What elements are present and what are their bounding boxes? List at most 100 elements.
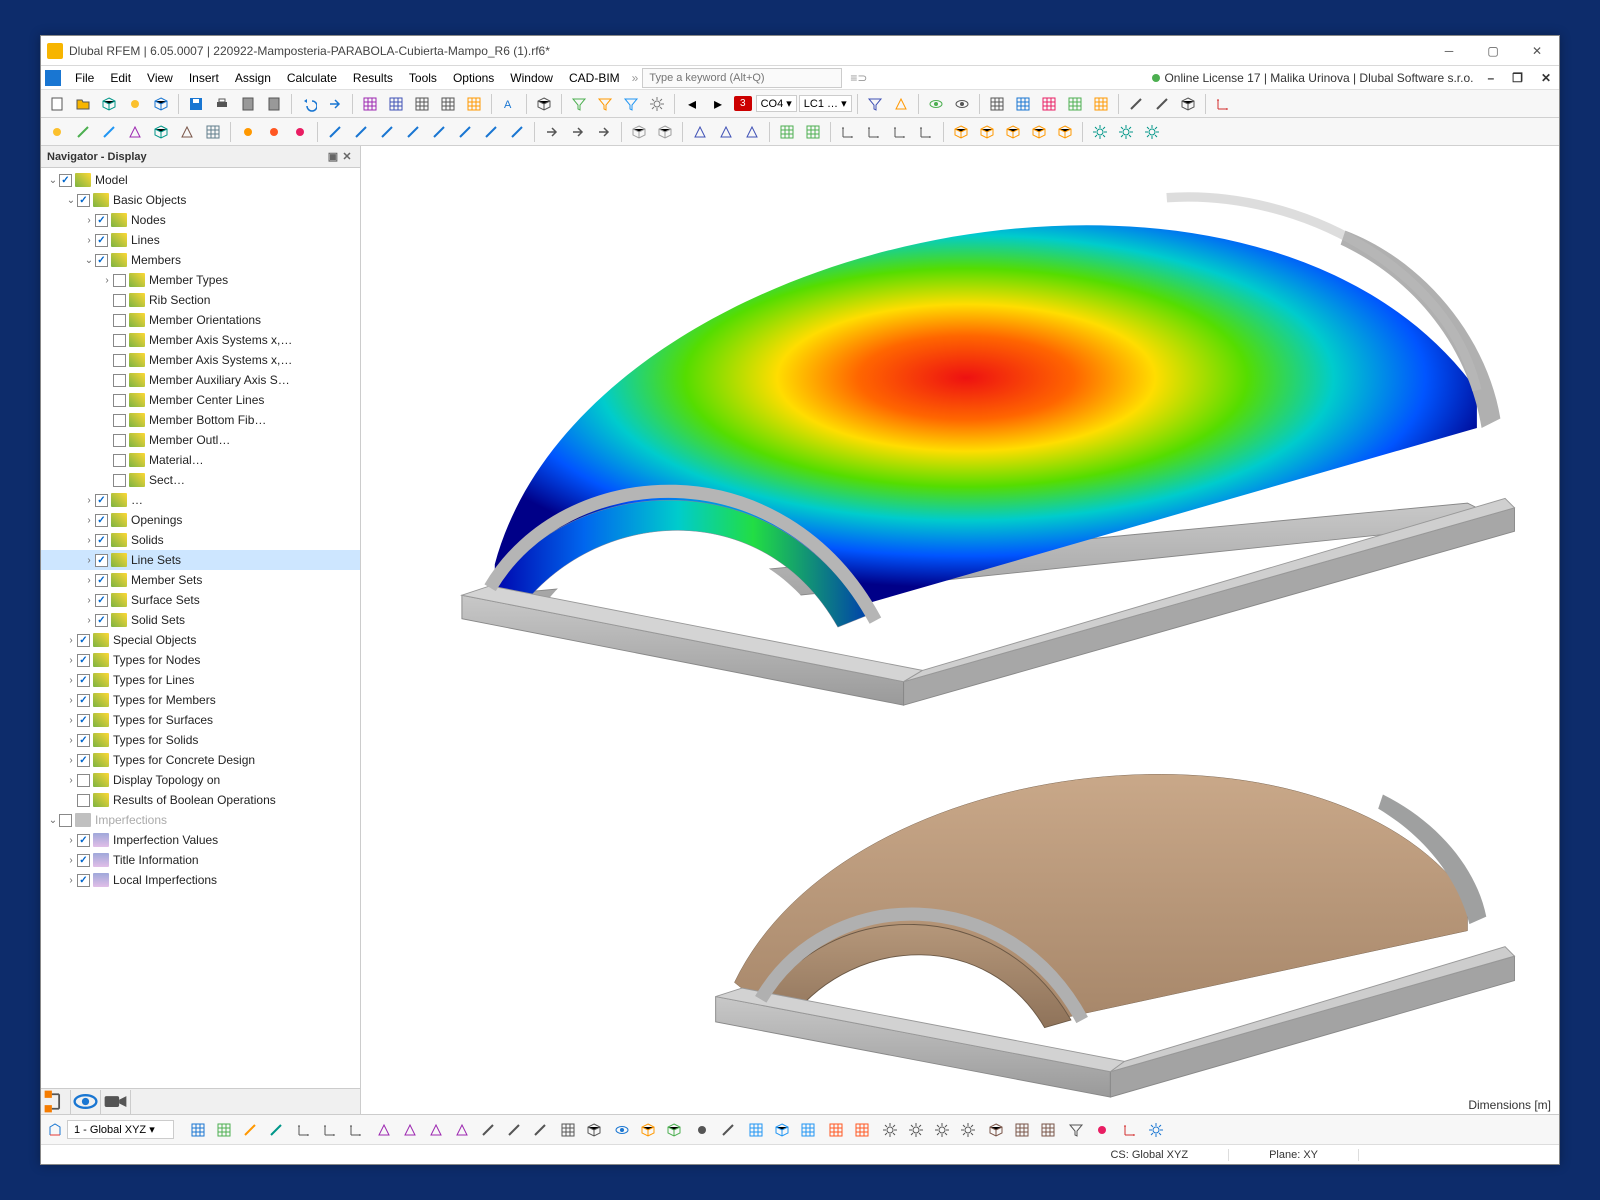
member-new-button[interactable]	[97, 120, 121, 144]
checkbox[interactable]	[77, 194, 90, 207]
line-new-button[interactable]	[71, 120, 95, 144]
status-tool-40[interactable]	[984, 1118, 1008, 1142]
menu-insert[interactable]: Insert	[181, 69, 227, 87]
tree-row[interactable]: ⌄Basic Objects	[41, 190, 360, 210]
o3-button[interactable]	[1140, 120, 1164, 144]
c2-button[interactable]	[975, 120, 999, 144]
tree-row[interactable]: ›Solid Sets	[41, 610, 360, 630]
t1-button[interactable]	[688, 120, 712, 144]
status-tool-19[interactable]	[582, 1118, 606, 1142]
tree-row[interactable]: ›Types for Members	[41, 690, 360, 710]
tree-row[interactable]: ›Openings	[41, 510, 360, 530]
d2-button[interactable]	[862, 120, 886, 144]
mdi-close-button[interactable]: ✕	[1537, 71, 1555, 85]
g4-button[interactable]	[1063, 92, 1087, 116]
l8-button[interactable]	[505, 120, 529, 144]
tree-row[interactable]: Member Center Lines	[41, 390, 360, 410]
src-button[interactable]: A	[497, 92, 521, 116]
checkbox[interactable]	[95, 554, 108, 567]
status-tool-6[interactable]	[292, 1118, 316, 1142]
tree-row[interactable]: ›Special Objects	[41, 630, 360, 650]
sel2-button[interactable]	[262, 120, 286, 144]
calc1-button[interactable]	[358, 92, 382, 116]
status-tool-16[interactable]	[528, 1118, 552, 1142]
menu-edit[interactable]: Edit	[102, 69, 139, 87]
tree-row[interactable]: ›Member Types	[41, 270, 360, 290]
status-tool-18[interactable]	[556, 1118, 580, 1142]
menu-results[interactable]: Results	[345, 69, 401, 87]
checkbox[interactable]	[95, 214, 108, 227]
open-project-button[interactable]	[71, 92, 95, 116]
status-tool-10[interactable]	[372, 1118, 396, 1142]
c1-button[interactable]	[949, 120, 973, 144]
checkbox[interactable]	[77, 734, 90, 747]
mdi-restore-button[interactable]: –	[1483, 71, 1498, 85]
o2-button[interactable]	[1114, 120, 1138, 144]
status-tool-25[interactable]	[690, 1118, 714, 1142]
new-file-button[interactable]	[45, 92, 69, 116]
l4-button[interactable]	[401, 120, 425, 144]
t3-button[interactable]	[740, 120, 764, 144]
status-tool-13[interactable]	[450, 1118, 474, 1142]
f1-button[interactable]	[863, 92, 887, 116]
checkbox[interactable]	[59, 814, 72, 827]
c5-button[interactable]	[1053, 120, 1077, 144]
a2-button[interactable]	[566, 120, 590, 144]
status-tool-33[interactable]	[850, 1118, 874, 1142]
maximize-button[interactable]: ▢	[1471, 36, 1515, 66]
status-tool-29[interactable]	[770, 1118, 794, 1142]
checkbox[interactable]	[77, 774, 90, 787]
db-button[interactable]	[97, 92, 121, 116]
checkbox[interactable]	[95, 494, 108, 507]
o1-button[interactable]	[1088, 120, 1112, 144]
checkbox[interactable]	[95, 614, 108, 627]
tree-row[interactable]: ›Title Information	[41, 850, 360, 870]
checkbox[interactable]	[77, 854, 90, 867]
node-new-button[interactable]	[45, 120, 69, 144]
tree-row[interactable]: ›…	[41, 490, 360, 510]
status-tool-41[interactable]	[1010, 1118, 1034, 1142]
lc-nav[interactable]: ◂	[680, 92, 704, 116]
status-tool-21[interactable]	[610, 1118, 634, 1142]
checkbox[interactable]	[77, 714, 90, 727]
status-tool-30[interactable]	[796, 1118, 820, 1142]
opening-button[interactable]	[175, 120, 199, 144]
status-tool-8[interactable]	[344, 1118, 368, 1142]
checkbox[interactable]	[113, 374, 126, 387]
navigator-close-icon[interactable]: ✕	[340, 150, 354, 163]
status-tool-22[interactable]	[636, 1118, 660, 1142]
checkbox[interactable]	[95, 234, 108, 247]
cube-view-button[interactable]	[532, 92, 556, 116]
a3-button[interactable]	[592, 120, 616, 144]
checkbox[interactable]	[77, 654, 90, 667]
solid-new-button[interactable]	[149, 120, 173, 144]
filter1-button[interactable]	[567, 92, 591, 116]
g5-button[interactable]	[1089, 92, 1113, 116]
tree-row[interactable]: ›Types for Concrete Design	[41, 750, 360, 770]
nav-tab-camera[interactable]	[101, 1090, 131, 1114]
lc-nav[interactable]: ▸	[706, 92, 730, 116]
minimize-button[interactable]: ─	[1427, 36, 1471, 66]
x1-button[interactable]	[1124, 92, 1148, 116]
close-button[interactable]: ✕	[1515, 36, 1559, 66]
e1-button[interactable]	[924, 92, 948, 116]
status-tool-28[interactable]	[744, 1118, 768, 1142]
tree-row[interactable]: Member Bottom Fib…	[41, 410, 360, 430]
tree-row[interactable]: ⌄Imperfections	[41, 810, 360, 830]
status-tool-14[interactable]	[476, 1118, 500, 1142]
f2-button[interactable]	[889, 92, 913, 116]
status-tool-4[interactable]	[264, 1118, 288, 1142]
menu-view[interactable]: View	[139, 69, 181, 87]
d3-button[interactable]	[888, 120, 912, 144]
l1-button[interactable]	[323, 120, 347, 144]
t2-button[interactable]	[714, 120, 738, 144]
g3-button[interactable]	[1037, 92, 1061, 116]
status-tool-42[interactable]	[1036, 1118, 1060, 1142]
tree-row[interactable]: Member Axis Systems x,…	[41, 330, 360, 350]
checkbox[interactable]	[77, 694, 90, 707]
tree-row[interactable]: Material…	[41, 450, 360, 470]
status-tool-36[interactable]	[904, 1118, 928, 1142]
status-tool-44[interactable]	[1064, 1118, 1088, 1142]
filter2-button[interactable]	[593, 92, 617, 116]
status-tool-48[interactable]	[1144, 1118, 1168, 1142]
